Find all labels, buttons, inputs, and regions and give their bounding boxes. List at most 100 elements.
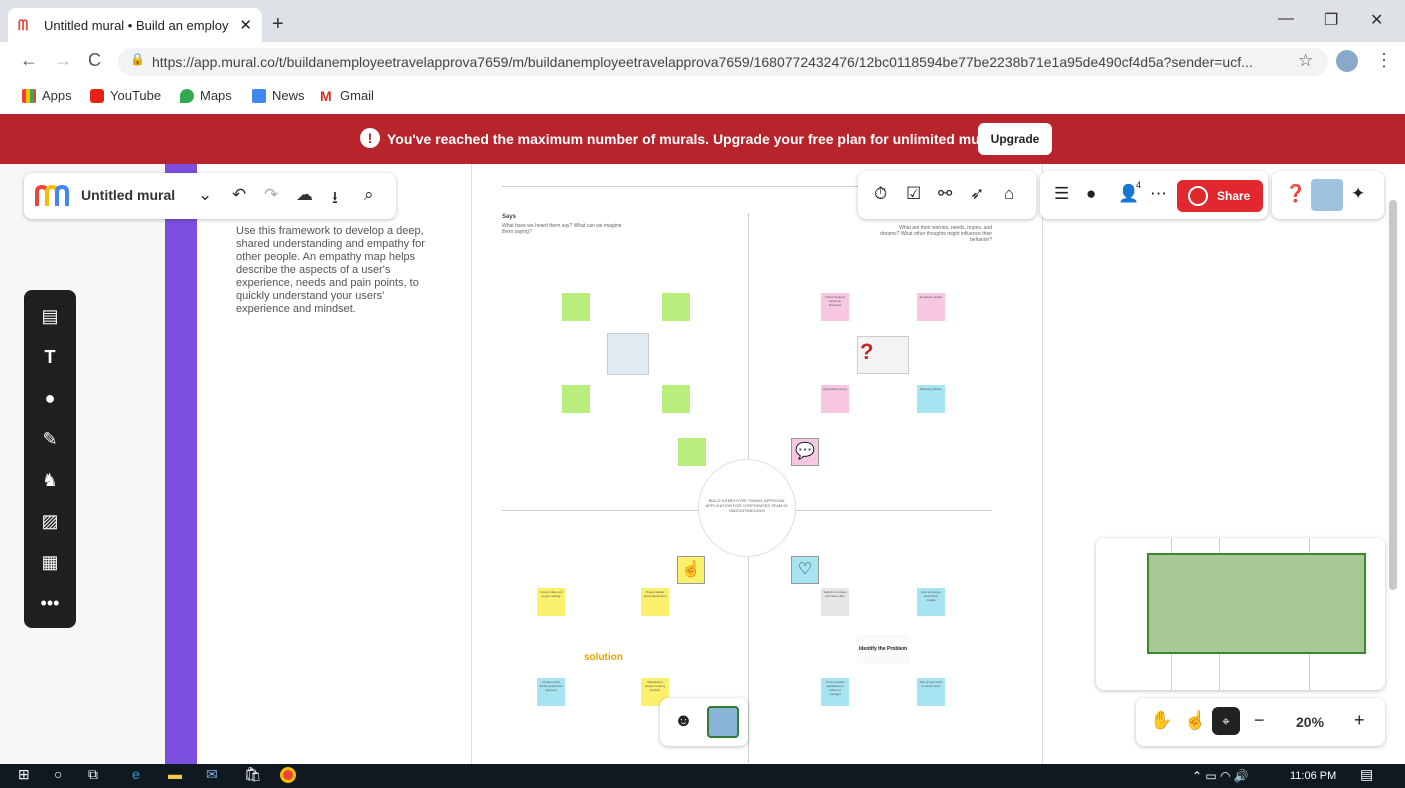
people-image[interactable] [607, 333, 649, 375]
user-avatar-online[interactable] [707, 706, 739, 738]
undo-icon[interactable]: ↶ [232, 185, 246, 205]
clock[interactable]: 11:06 PM [1290, 770, 1336, 782]
search-icon[interactable]: ⌕ [364, 185, 374, 205]
bookmark-label: YouTube [110, 88, 162, 103]
sticky-note-tool-icon[interactable]: ▤ [37, 303, 63, 329]
framework-description: Use this framework to develop a deep, sh… [236, 225, 425, 315]
browser-tab[interactable]: ᗰ Untitled mural • Build an employ ✕ [8, 8, 262, 42]
outline-icon[interactable]: ☰ [1054, 184, 1069, 204]
feels-subtitle: What are their worries, needs, hopes, an… [880, 225, 993, 243]
pointer-hand-sticker-icon[interactable]: ☝ [677, 556, 705, 584]
task-view-icon[interactable]: ⧉ [88, 766, 98, 783]
toolbox-icon[interactable]: ⌂ [1004, 184, 1014, 204]
restore-button[interactable]: ❐ [1324, 10, 1338, 30]
sticky-note[interactable]: Project details about destination [641, 588, 669, 616]
zoom-level[interactable]: 20% [1296, 714, 1324, 730]
redo-icon[interactable]: ↷ [264, 185, 278, 205]
vertical-scrollbar[interactable] [1389, 200, 1397, 590]
sticky-note[interactable]: Travel Request Approval Required [821, 293, 849, 321]
llama-icon[interactable]: ♞ [37, 467, 63, 493]
user-avatar[interactable] [1311, 179, 1343, 211]
profile-avatar[interactable] [1336, 50, 1358, 72]
sticky-note[interactable] [678, 438, 706, 466]
templates-icon[interactable]: ▦ [37, 549, 63, 575]
cursor-icon[interactable]: ➶ [970, 184, 984, 204]
minimize-button[interactable]: — [1278, 10, 1294, 28]
sticky-note[interactable]: Application issues [821, 385, 849, 413]
browser-menu-icon[interactable]: ⋮ [1375, 50, 1393, 71]
sticky-note[interactable]: Selection reviews and Save data [821, 588, 849, 616]
identify-problem-image[interactable]: Identify the Problem [857, 634, 909, 664]
lock-icon: 🔒 [130, 52, 145, 66]
sticky-note[interactable]: Give employee destination details [917, 588, 945, 616]
new-tab-button[interactable]: + [272, 13, 284, 36]
more-icon[interactable]: ⋯ [1150, 184, 1167, 204]
sticky-note[interactable]: Missing problem [917, 385, 945, 413]
download-icon[interactable]: ⭳ [332, 185, 338, 214]
bookmark-apps[interactable]: Apps [22, 88, 72, 103]
close-window-button[interactable]: ✕ [1370, 10, 1383, 30]
pointer-hand-icon[interactable]: ☝ [1184, 710, 1206, 731]
sticky-note[interactable]: Sort project limits to detail travel [917, 678, 945, 706]
checkbox-icon[interactable]: ☑ [906, 184, 921, 204]
store-icon[interactable]: 🛍 [244, 766, 262, 783]
pen-tool-icon[interactable]: ✎ [37, 426, 63, 452]
mail-icon[interactable]: ✉ [206, 766, 218, 783]
question-image[interactable]: ? [857, 336, 909, 374]
mural-logo-icon[interactable] [34, 184, 70, 208]
map-icon[interactable]: ⌖ [1212, 707, 1240, 735]
zoom-out-button[interactable]: − [1254, 710, 1265, 731]
sticky-note[interactable]: Employee details [917, 293, 945, 321]
sticky-note[interactable] [662, 385, 690, 413]
file-explorer-icon[interactable]: ▬ [168, 766, 182, 782]
minimap-viewport[interactable] [1147, 553, 1366, 654]
sticky-note[interactable]: Update travel details application approv… [537, 678, 565, 706]
cortana-search-icon[interactable]: ○ [54, 766, 62, 782]
chevron-down-icon[interactable]: ⌄ [198, 185, 212, 205]
forward-button[interactable]: → [54, 50, 72, 71]
solution-image[interactable]: solution [584, 630, 623, 670]
image-tool-icon[interactable]: ▨ [37, 508, 63, 534]
cloud-icon[interactable]: ☁ [296, 185, 313, 205]
system-tray-icons[interactable]: ⌃ ▭ ◠ 🔊 [1192, 769, 1249, 783]
url-input[interactable]: https://app.mural.co/t/buildanemployeetr… [118, 48, 1328, 76]
speech-bubble-icon[interactable]: 💬 [791, 438, 819, 466]
bookmark-maps[interactable]: Maps [180, 88, 232, 103]
binoculars-icon[interactable]: ⚯ [938, 184, 952, 204]
mural-title[interactable]: Untitled mural [81, 187, 175, 203]
sticky-note[interactable] [562, 293, 590, 321]
sticky-note[interactable] [562, 385, 590, 413]
center-circle-title[interactable]: BUILD A EMPLOYEE TRAVEL APPROVAL APPLICA… [698, 459, 796, 557]
heart-icon[interactable]: ♡ [791, 556, 819, 584]
bookmark-youtube[interactable]: YouTube [90, 88, 161, 103]
tab-close-icon[interactable]: ✕ [239, 16, 252, 34]
sticky-note[interactable]: Travel request application to collect to… [821, 678, 849, 706]
bookmark-gmail[interactable]: M Gmail [320, 88, 374, 103]
text-tool-icon[interactable]: T [37, 344, 63, 370]
share-person-icon [1188, 186, 1208, 206]
bookmark-label: Maps [200, 88, 232, 103]
edge-icon[interactable]: e [132, 766, 140, 782]
alert-icon: ! [360, 128, 380, 148]
back-button[interactable]: ← [20, 50, 38, 71]
bookmark-star-icon[interactable]: ☆ [1298, 51, 1313, 71]
sticky-note[interactable] [662, 293, 690, 321]
reload-button[interactable]: C [88, 50, 101, 71]
windows-start-icon[interactable]: ⊞ [18, 766, 30, 783]
chrome-icon[interactable] [280, 767, 296, 783]
hand-icon[interactable]: ✋ [1150, 710, 1172, 731]
more-tools-icon[interactable]: ••• [37, 590, 63, 616]
bookmark-label: Apps [42, 88, 72, 103]
upgrade-button[interactable]: Upgrade [978, 123, 1052, 155]
sticky-note[interactable]: Custom data and project setting [537, 588, 565, 616]
help-icon[interactable]: ❓ [1285, 184, 1306, 204]
smiley-icon[interactable]: ☻ [674, 710, 693, 731]
shapes-tool-icon[interactable]: ● [37, 385, 63, 411]
timer-icon[interactable]: ⏱ [874, 184, 887, 204]
notifications-icon[interactable]: ▤ [1360, 766, 1373, 783]
chat-icon[interactable]: ● [1086, 184, 1096, 204]
bookmark-news[interactable]: News [252, 88, 305, 103]
banner-message: You've reached the maximum number of mur… [387, 131, 1009, 147]
sparkle-icon[interactable]: ✦ [1351, 184, 1365, 204]
zoom-in-button[interactable]: + [1354, 710, 1365, 731]
